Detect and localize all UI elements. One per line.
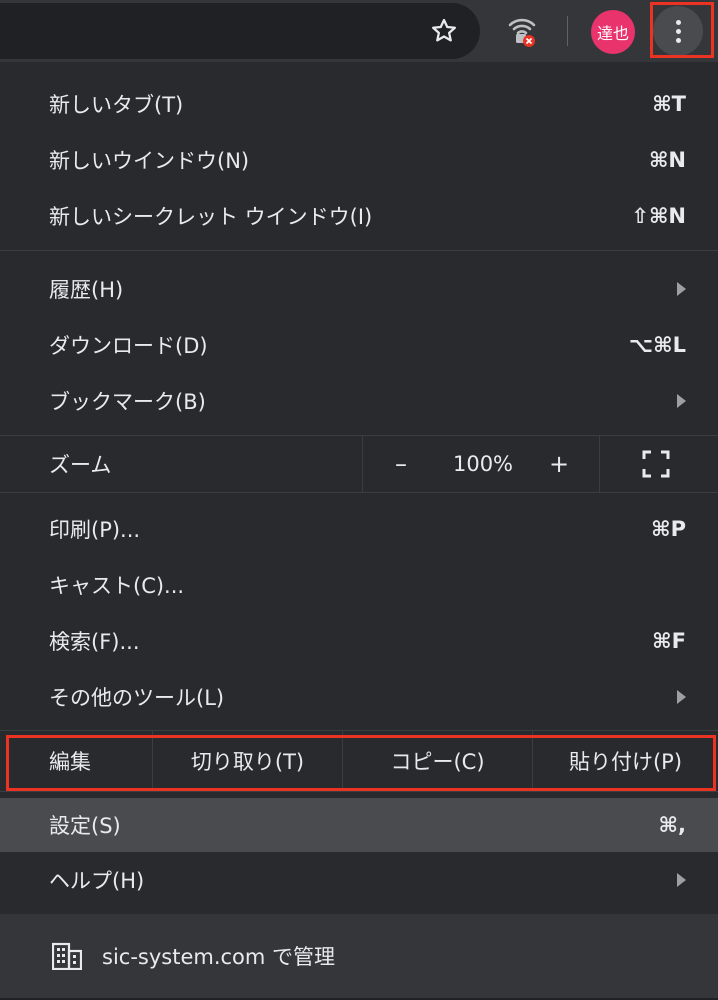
shortcut-label: ⌘, — [658, 813, 686, 837]
menu-item-label: 新しいタブ(T) — [49, 93, 184, 117]
highlight-box-menu-button — [650, 2, 714, 58]
menu-item-settings[interactable]: 設定(S) ⌘, — [0, 798, 718, 852]
zoom-out-button[interactable]: – — [383, 436, 419, 492]
menu-item-help[interactable]: ヘルプ(H) — [0, 852, 718, 908]
menu-item-label: その他のツール(L) — [49, 686, 225, 710]
shortcut-label: ⌘P — [651, 517, 686, 541]
menu-item-find[interactable]: 検索(F)... ⌘F — [0, 613, 718, 669]
managed-by-label: sic-system.com で管理 — [102, 945, 336, 969]
menu-item-label: ブックマーク(B) — [49, 390, 206, 414]
menu-item-downloads[interactable]: ダウンロード(D) ⌥⌘L — [0, 317, 718, 373]
menu-item-label: 履歴(H) — [49, 278, 124, 302]
chrome-menu: 新しいタブ(T) ⌘T 新しいウインドウ(N) ⌘N 新しいシークレット ウイン… — [0, 62, 718, 998]
zoom-controls: – 100% + — [362, 436, 600, 492]
menu-item-label: キャスト(C)... — [49, 574, 185, 598]
menu-item-label: 検索(F)... — [49, 630, 140, 654]
wifi-lock-icon[interactable] — [502, 11, 542, 51]
fullscreen-icon[interactable] — [640, 448, 672, 480]
submenu-arrow-icon — [677, 394, 686, 408]
shortcut-label: ⇧⌘N — [631, 204, 686, 228]
menu-item-label: ヘルプ(H) — [49, 869, 145, 893]
zoom-in-button[interactable]: + — [541, 436, 577, 492]
managed-by-org[interactable]: sic-system.com で管理 — [0, 914, 718, 998]
shortcut-label: ⌥⌘L — [628, 333, 686, 357]
toolbar-separator — [567, 16, 568, 46]
shortcut-label: ⌘N — [648, 148, 686, 172]
building-icon — [52, 942, 82, 970]
shortcut-label: ⌘F — [652, 629, 686, 653]
menu-item-label: 印刷(P)... — [49, 518, 141, 542]
profile-avatar[interactable]: 達也 — [591, 10, 635, 54]
address-bar[interactable] — [0, 3, 480, 59]
menu-item-bookmarks[interactable]: ブックマーク(B) — [0, 373, 718, 429]
star-icon[interactable] — [424, 11, 464, 51]
browser-toolbar: 達也 — [0, 0, 718, 62]
menu-item-label: 新しいシークレット ウインドウ(I) — [49, 205, 373, 229]
menu-item-history[interactable]: 履歴(H) — [0, 261, 718, 317]
menu-item-incognito[interactable]: 新しいシークレット ウインドウ(I) ⇧⌘N — [0, 188, 718, 244]
menu-item-label: ダウンロード(D) — [49, 334, 208, 358]
menu-item-new-window[interactable]: 新しいウインドウ(N) ⌘N — [0, 132, 718, 188]
highlight-box-settings — [6, 735, 716, 791]
zoom-level: 100% — [452, 452, 514, 476]
menu-item-label: 新しいウインドウ(N) — [49, 149, 250, 173]
menu-item-new-tab[interactable]: 新しいタブ(T) ⌘T — [0, 76, 718, 132]
menu-item-print[interactable]: 印刷(P)... ⌘P — [0, 501, 718, 557]
submenu-arrow-icon — [677, 690, 686, 704]
menu-item-label: 設定(S) — [49, 814, 121, 838]
menu-item-more-tools[interactable]: その他のツール(L) — [0, 669, 718, 725]
menu-item-cast[interactable]: キャスト(C)... — [0, 557, 718, 613]
zoom-label: ズーム — [49, 453, 112, 477]
submenu-arrow-icon — [677, 873, 686, 887]
menu-divider — [0, 250, 718, 251]
zoom-row: ズーム – 100% + — [0, 435, 718, 493]
submenu-arrow-icon — [677, 282, 686, 296]
shortcut-label: ⌘T — [652, 92, 686, 116]
